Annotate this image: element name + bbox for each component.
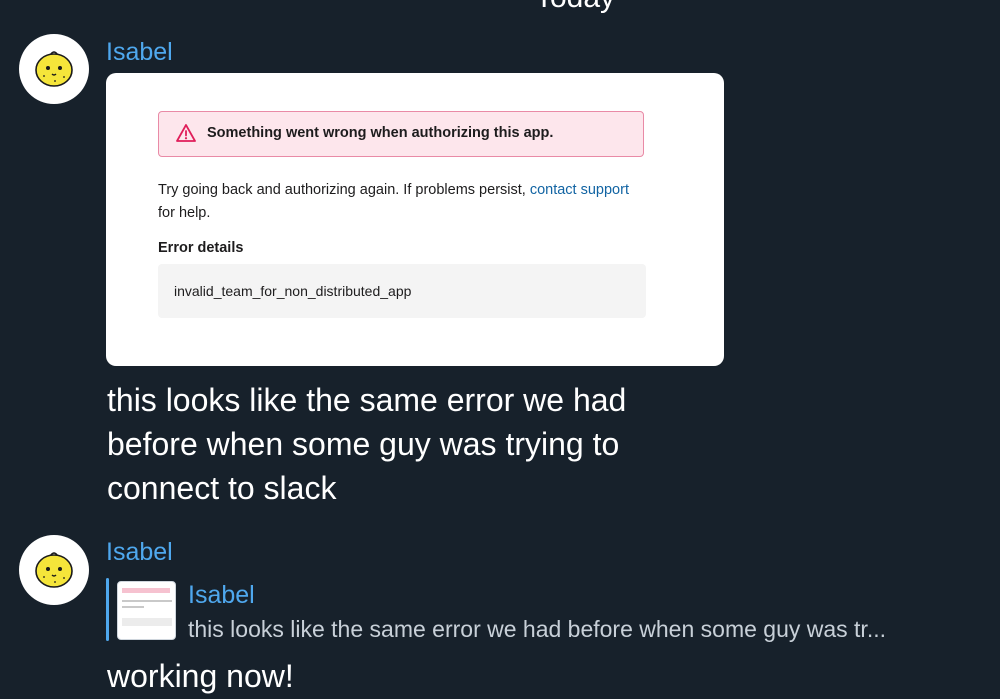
- error-code-box: invalid_team_for_non_distributed_app: [158, 264, 646, 318]
- error-code: invalid_team_for_non_distributed_app: [174, 283, 412, 299]
- error-help-text: Try going back and authorizing again. If…: [158, 179, 658, 225]
- lemon-face-icon: [35, 552, 73, 588]
- reply-thumbnail[interactable]: [117, 581, 176, 640]
- message-line: before when some guy was trying to: [107, 426, 620, 462]
- error-banner-text: Something went wrong when authorizing th…: [207, 125, 554, 141]
- avatar[interactable]: [19, 535, 89, 605]
- help-text-suffix: for help.: [158, 205, 211, 221]
- date-separator: Today: [0, 0, 1000, 16]
- attached-image[interactable]: Something went wrong when authorizing th…: [106, 73, 724, 366]
- chat-view: Today Isabel Something went wrong when a…: [0, 0, 1000, 699]
- reply-preview-text[interactable]: this looks like the same error we had be…: [188, 615, 988, 643]
- message-text: this looks like the same error we had be…: [107, 378, 626, 510]
- message-line: connect to slack: [107, 470, 337, 506]
- message-line: this looks like the same error we had: [107, 382, 627, 418]
- warning-triangle-icon: [176, 124, 196, 142]
- sender-name[interactable]: Isabel: [106, 537, 173, 567]
- error-details-heading: Error details: [158, 240, 244, 256]
- message-text: working now!: [107, 658, 294, 694]
- reply-quote-bar: [106, 578, 109, 641]
- avatar[interactable]: [19, 34, 89, 104]
- contact-support-link: contact support: [529, 182, 629, 198]
- reply-sender-name[interactable]: Isabel: [188, 580, 255, 610]
- sender-name[interactable]: Isabel: [106, 37, 173, 67]
- lemon-face-icon: [35, 51, 73, 87]
- help-text-prefix: Try going back and authorizing again. If…: [158, 182, 530, 198]
- error-banner: Something went wrong when authorizing th…: [158, 111, 644, 157]
